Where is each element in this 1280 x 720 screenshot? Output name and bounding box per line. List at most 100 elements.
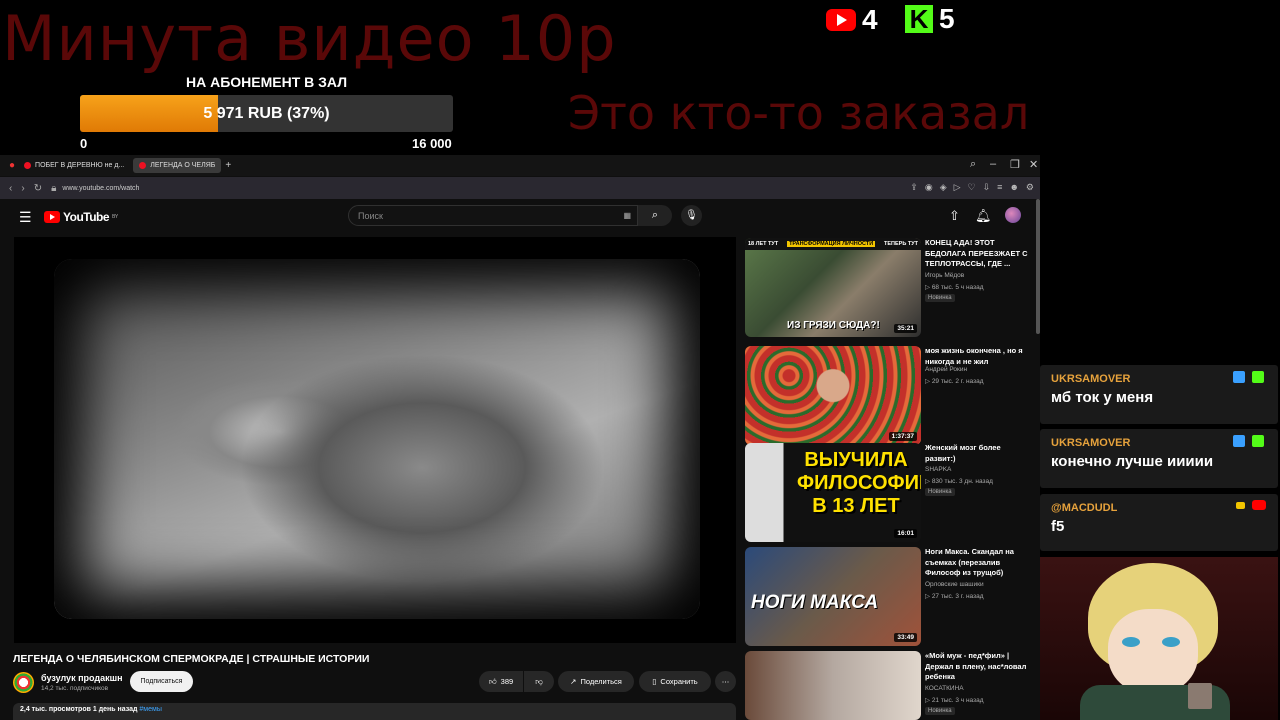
maximize-icon[interactable]: ❐ xyxy=(1010,158,1020,171)
channel-avatar[interactable] xyxy=(13,672,34,693)
chat-message: @MACDUDL f5 xyxy=(1040,494,1278,551)
video-player[interactable] xyxy=(14,237,736,643)
tab-label: ПОБЕГ В ДЕРЕВНЮ не д... xyxy=(35,162,125,169)
recommendation-meta: ▷ 68 тыс. 5 ч назад xyxy=(925,284,984,291)
search-input[interactable]: Поиск ▦ xyxy=(348,205,638,226)
moderator-badge-icon xyxy=(1233,371,1245,383)
goal-progress-text: 5 971 RUB (37%) xyxy=(203,104,330,122)
profile-icon[interactable]: ☻ xyxy=(1009,182,1018,193)
menu-icon[interactable]: ≡ xyxy=(997,182,1002,193)
recommendation-item[interactable]: «Мой муж - пед*фил» | Держал в плену, на… xyxy=(745,651,1035,720)
video-description[interactable]: 2,4 тыс. просмотров 1 день назад #мемы xyxy=(13,703,736,720)
thumbs-up-icon: 👍︎ xyxy=(488,676,497,686)
notifications-bell-icon[interactable]: 🔔︎ xyxy=(975,208,992,224)
video-title: ЛЕГЕНДА О ЧЕЛЯБИНСКОМ СПЕРМОКРАДЕ | СТРА… xyxy=(13,653,370,665)
voice-search-button[interactable]: 🎙︎ xyxy=(681,205,702,226)
thumbnail-caption: ВЫУЧИЛА ФИЛОСОФИЮ В 13 ЛЕТ xyxy=(797,449,921,517)
recommendation-item[interactable]: ВЫУЧИЛА ФИЛОСОФИЮ В 13 ЛЕТ 16:01 Женский… xyxy=(745,443,1035,543)
shield-icon[interactable]: ◈ xyxy=(940,182,947,193)
recommendation-channel[interactable]: SHAPKA xyxy=(925,466,951,473)
new-badge: Новинка xyxy=(925,294,955,302)
youtube-icon xyxy=(44,211,60,223)
new-tab-button[interactable]: + xyxy=(225,160,231,171)
recommendation-title[interactable]: моя жизнь окончена , но я никогда и не ж… xyxy=(925,346,1031,367)
tab-escape-village[interactable]: ПОБЕГ В ДЕРЕВНЮ не д... xyxy=(18,158,130,173)
url-field[interactable]: www.youtube.com/watch xyxy=(62,185,139,192)
upload-icon[interactable]: ⇧ xyxy=(949,208,960,224)
recommendation-meta: ▷ 21 тыс. 3 ч назад xyxy=(925,697,984,704)
subscribe-button[interactable]: Подписаться xyxy=(130,671,193,692)
keyboard-icon[interactable]: ▦ xyxy=(623,211,631,220)
video-thumbnail[interactable]: 18 ЛЕТ ТУТ ТРАНСФОРМАЦИЯ ЛИЧНОСТИ ТЕПЕРЬ… xyxy=(745,238,921,337)
kick-viewer-count: K 5 xyxy=(905,3,955,35)
search-placeholder: Поиск xyxy=(358,210,383,221)
reload-icon[interactable]: ↻ xyxy=(34,183,42,194)
view-count: 2,4 тыс. просмотров 1 день назад xyxy=(20,706,138,713)
play-icon[interactable]: ▷ xyxy=(954,182,961,193)
camera-icon[interactable]: ◉ xyxy=(925,182,933,193)
close-icon[interactable]: ✕ xyxy=(1029,158,1038,171)
recommendation-item[interactable]: НОГИ МАКСА 33:49 Ноги Макса. Скандал на … xyxy=(745,547,1035,647)
settings-icon[interactable]: ⚙ xyxy=(1026,182,1034,193)
browser-window: ● ПОБЕГ В ДЕРЕВНЮ не д... ЛЕГЕНДА О ЧЕЛЯ… xyxy=(0,155,1040,720)
video-thumbnail[interactable]: 1:37:37 xyxy=(745,346,921,445)
user-avatar[interactable] xyxy=(1005,207,1021,223)
streamer-avatar-illustration xyxy=(1040,557,1278,720)
thumb-label-mid: ТРАНСФОРМАЦИЯ ЛИЧНОСТИ xyxy=(787,241,876,247)
youtube-header: ☰ YouTube BY Поиск ▦ ⌕ 🎙︎ ⇧ 🔔︎ xyxy=(0,199,1040,236)
thumbnail-caption: НОГИ МАКСА xyxy=(751,592,879,613)
video-thumbnail[interactable]: ВЫУЧИЛА ФИЛОСОФИЮ В 13 ЛЕТ 16:01 xyxy=(745,443,921,542)
chat-username: UKRSAMOVER xyxy=(1051,373,1131,385)
forward-icon[interactable]: › xyxy=(21,183,24,194)
video-thumbnail[interactable]: НОГИ МАКСА 33:49 xyxy=(745,547,921,646)
recommendation-channel[interactable]: КОСАТКИНА xyxy=(925,685,964,692)
hashtag-link[interactable]: #мемы xyxy=(139,706,161,713)
like-count: 389 xyxy=(500,677,514,686)
youtube-badge-icon xyxy=(1252,500,1266,510)
recommendation-meta: ▷ 29 тыс. 2 г. назад xyxy=(925,378,984,385)
recommendation-title[interactable]: Ноги Макса. Скандал на съемках (перезали… xyxy=(925,547,1031,579)
save-button[interactable]: ▯ Сохранить xyxy=(639,671,711,692)
search-button[interactable]: ⌕ xyxy=(638,205,672,226)
hamburger-menu-icon[interactable]: ☰ xyxy=(19,209,32,226)
share-button[interactable]: ↗ Поделиться xyxy=(558,671,634,692)
search-tabs-icon[interactable]: ⌕ xyxy=(970,158,976,171)
heart-icon[interactable]: ♡ xyxy=(968,182,976,193)
like-button[interactable]: 👍︎ 389 xyxy=(479,671,523,692)
more-actions-button[interactable]: ⋯ xyxy=(715,671,736,692)
goal-label: НА АБОНЕМЕНТ В ЗАЛ xyxy=(185,74,348,90)
recommendation-title[interactable]: Женский мозг более развит:) xyxy=(925,443,1031,464)
chat-text: мб ток у меня xyxy=(1051,389,1154,406)
microphone-icon: 🎙︎ xyxy=(685,210,698,221)
recommendation-title[interactable]: «Мой муж - пед*фил» | Держал в плену, на… xyxy=(925,651,1031,683)
recommendation-channel[interactable]: Орловские шашики xyxy=(925,581,984,588)
recommendation-item[interactable]: 1:37:37 моя жизнь окончена , но я никогд… xyxy=(745,346,1035,446)
tab-legend[interactable]: ЛЕГЕНДА О ЧЕЛЯБ xyxy=(133,158,222,173)
chat-text: f5 xyxy=(1051,518,1065,535)
thumbs-down-icon: 👎︎ xyxy=(535,676,543,686)
recommendation-item[interactable]: 18 ЛЕТ ТУТ ТРАНСФОРМАЦИЯ ЛИЧНОСТИ ТЕПЕРЬ… xyxy=(745,238,1035,338)
recommendation-title[interactable]: КОНЕЦ АДА! ЭТОТ БЕДОЛАГА ПЕРЕЕЗЖАЕТ С ТЕ… xyxy=(925,238,1031,270)
recommendation-channel[interactable]: Игорь Мёдов xyxy=(925,272,964,279)
youtube-logo[interactable]: YouTube BY xyxy=(44,210,118,224)
video-thumbnail[interactable] xyxy=(745,651,921,720)
minimize-icon[interactable]: – xyxy=(990,158,996,170)
meta-text: 29 тыс. 2 г. назад xyxy=(931,378,984,385)
save-label: Сохранить xyxy=(660,677,698,686)
recommendation-channel[interactable]: Андрей Рокин xyxy=(925,366,967,373)
youtube-icon xyxy=(826,9,856,31)
share-icon[interactable]: ⇪ xyxy=(910,182,918,193)
share-arrow-icon: ↗ xyxy=(570,677,577,686)
download-icon[interactable]: ⇩ xyxy=(983,182,991,193)
back-icon[interactable]: ‹ xyxy=(9,183,12,194)
goal-max: 16 000 xyxy=(412,136,452,151)
video-frame xyxy=(54,259,700,619)
thumb-label-left: 18 ЛЕТ ТУТ xyxy=(748,241,779,247)
opera-icon[interactable]: ● xyxy=(9,160,15,171)
page-scrollbar[interactable] xyxy=(1036,199,1040,334)
new-badge: Новинка xyxy=(925,707,955,715)
ordered-caption: Это кто-то заказал xyxy=(568,86,1030,140)
chat-text: конечно лучше иииии xyxy=(1051,453,1214,470)
channel-name[interactable]: бузулук продакшн xyxy=(41,673,123,683)
dislike-button[interactable]: 👎︎ xyxy=(524,671,554,692)
